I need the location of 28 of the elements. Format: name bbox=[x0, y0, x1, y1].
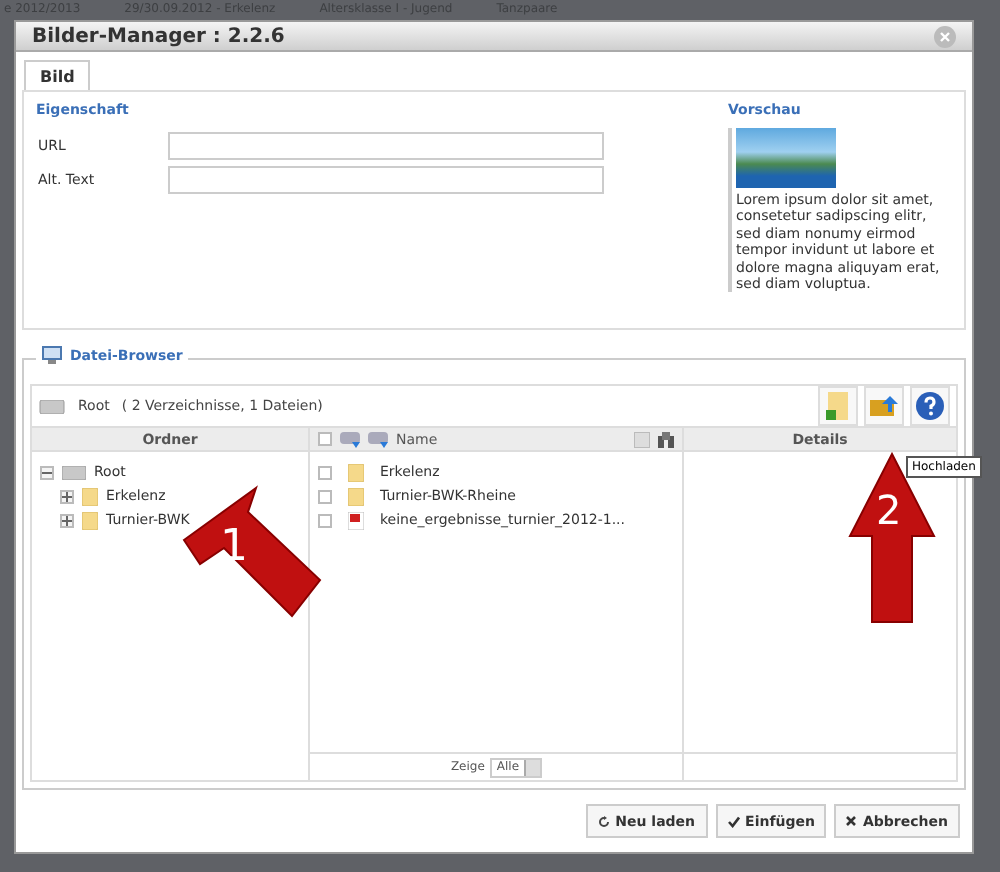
close-button[interactable] bbox=[934, 25, 956, 47]
help-button[interactable] bbox=[910, 386, 950, 426]
input-field[interactable] bbox=[168, 165, 604, 193]
window-title: Bilder-Manager : 2.2.6 bbox=[32, 25, 285, 47]
check-icon bbox=[727, 815, 740, 827]
reload-icon bbox=[597, 815, 610, 827]
new-folder-button[interactable] bbox=[818, 386, 858, 426]
expand-toggle[interactable] bbox=[60, 489, 74, 503]
checkbox[interactable] bbox=[318, 513, 332, 527]
checkbox[interactable] bbox=[318, 432, 332, 446]
upload-icon bbox=[870, 396, 898, 416]
sort-icon bbox=[340, 431, 360, 447]
upload-button[interactable] bbox=[864, 386, 904, 426]
view-icon[interactable] bbox=[634, 431, 650, 447]
drive-icon bbox=[38, 399, 66, 413]
monitor-icon bbox=[42, 346, 62, 364]
checkbox[interactable] bbox=[318, 489, 332, 503]
input-field[interactable] bbox=[168, 131, 604, 159]
drive-icon bbox=[62, 465, 86, 479]
collapse-toggle[interactable] bbox=[40, 465, 54, 479]
tab[interactable]: Bild bbox=[24, 60, 91, 90]
pdf-file-icon bbox=[348, 511, 364, 529]
sort-icon bbox=[368, 431, 388, 447]
checkbox[interactable] bbox=[318, 465, 332, 479]
expand-toggle[interactable] bbox=[60, 513, 74, 527]
binoculars-icon[interactable] bbox=[658, 431, 674, 447]
photo-placeholder bbox=[736, 128, 836, 188]
close-icon bbox=[846, 816, 857, 826]
